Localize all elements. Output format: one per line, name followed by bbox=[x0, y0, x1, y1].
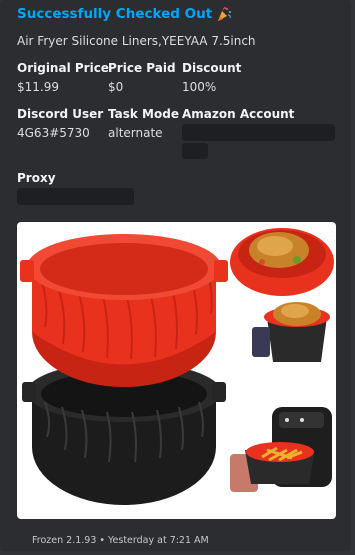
field-price-paid-value: $0 bbox=[108, 80, 124, 94]
field-discount-name: Discount bbox=[182, 61, 242, 75]
field-proxy-name: Proxy bbox=[17, 171, 56, 185]
amazon-account-redaction-line2 bbox=[182, 143, 208, 159]
field-task-mode-name: Task Mode bbox=[108, 107, 179, 121]
red-liner-illustration bbox=[20, 234, 228, 387]
field-discord-user-name: Discord User bbox=[17, 107, 104, 121]
field-task-mode-value: alternate bbox=[108, 126, 163, 140]
air-fryer-fries-illustration bbox=[230, 407, 332, 492]
embed-title-text: Successfully Checked Out bbox=[17, 6, 213, 22]
chicken-liner-illustration bbox=[230, 228, 334, 296]
product-image[interactable] bbox=[17, 222, 336, 519]
proxy-redaction bbox=[17, 188, 134, 205]
field-original-price-value: $11.99 bbox=[17, 80, 59, 94]
field-original-price-name: Original Price bbox=[17, 61, 109, 75]
embed-title: Successfully Checked Out bbox=[17, 4, 232, 24]
field-discord-user-value: 4G63#5730 bbox=[17, 126, 90, 140]
party-popper-icon bbox=[218, 7, 232, 21]
footer-app: Frozen 2.1.93 bbox=[32, 535, 97, 546]
amazon-account-redaction bbox=[182, 124, 335, 141]
footer-timestamp: Yesterday at 7:21 AM bbox=[107, 535, 209, 546]
field-price-paid-name: Price Paid bbox=[108, 61, 176, 75]
embed-footer: Frozen 2.1.93 • Yesterday at 7:21 AM bbox=[32, 535, 209, 546]
field-amazon-account-name: Amazon Account bbox=[182, 107, 295, 121]
field-discount-value: 100% bbox=[182, 80, 217, 94]
product-name: Air Fryer Silicone Liners,YEEYAA 7.5inch bbox=[17, 34, 256, 48]
checkout-embed: Successfully Checked Out Air Fryer Silic… bbox=[0, 0, 351, 551]
air-fryer-basket-illustration bbox=[252, 302, 330, 362]
footer-separator: • bbox=[99, 535, 105, 546]
